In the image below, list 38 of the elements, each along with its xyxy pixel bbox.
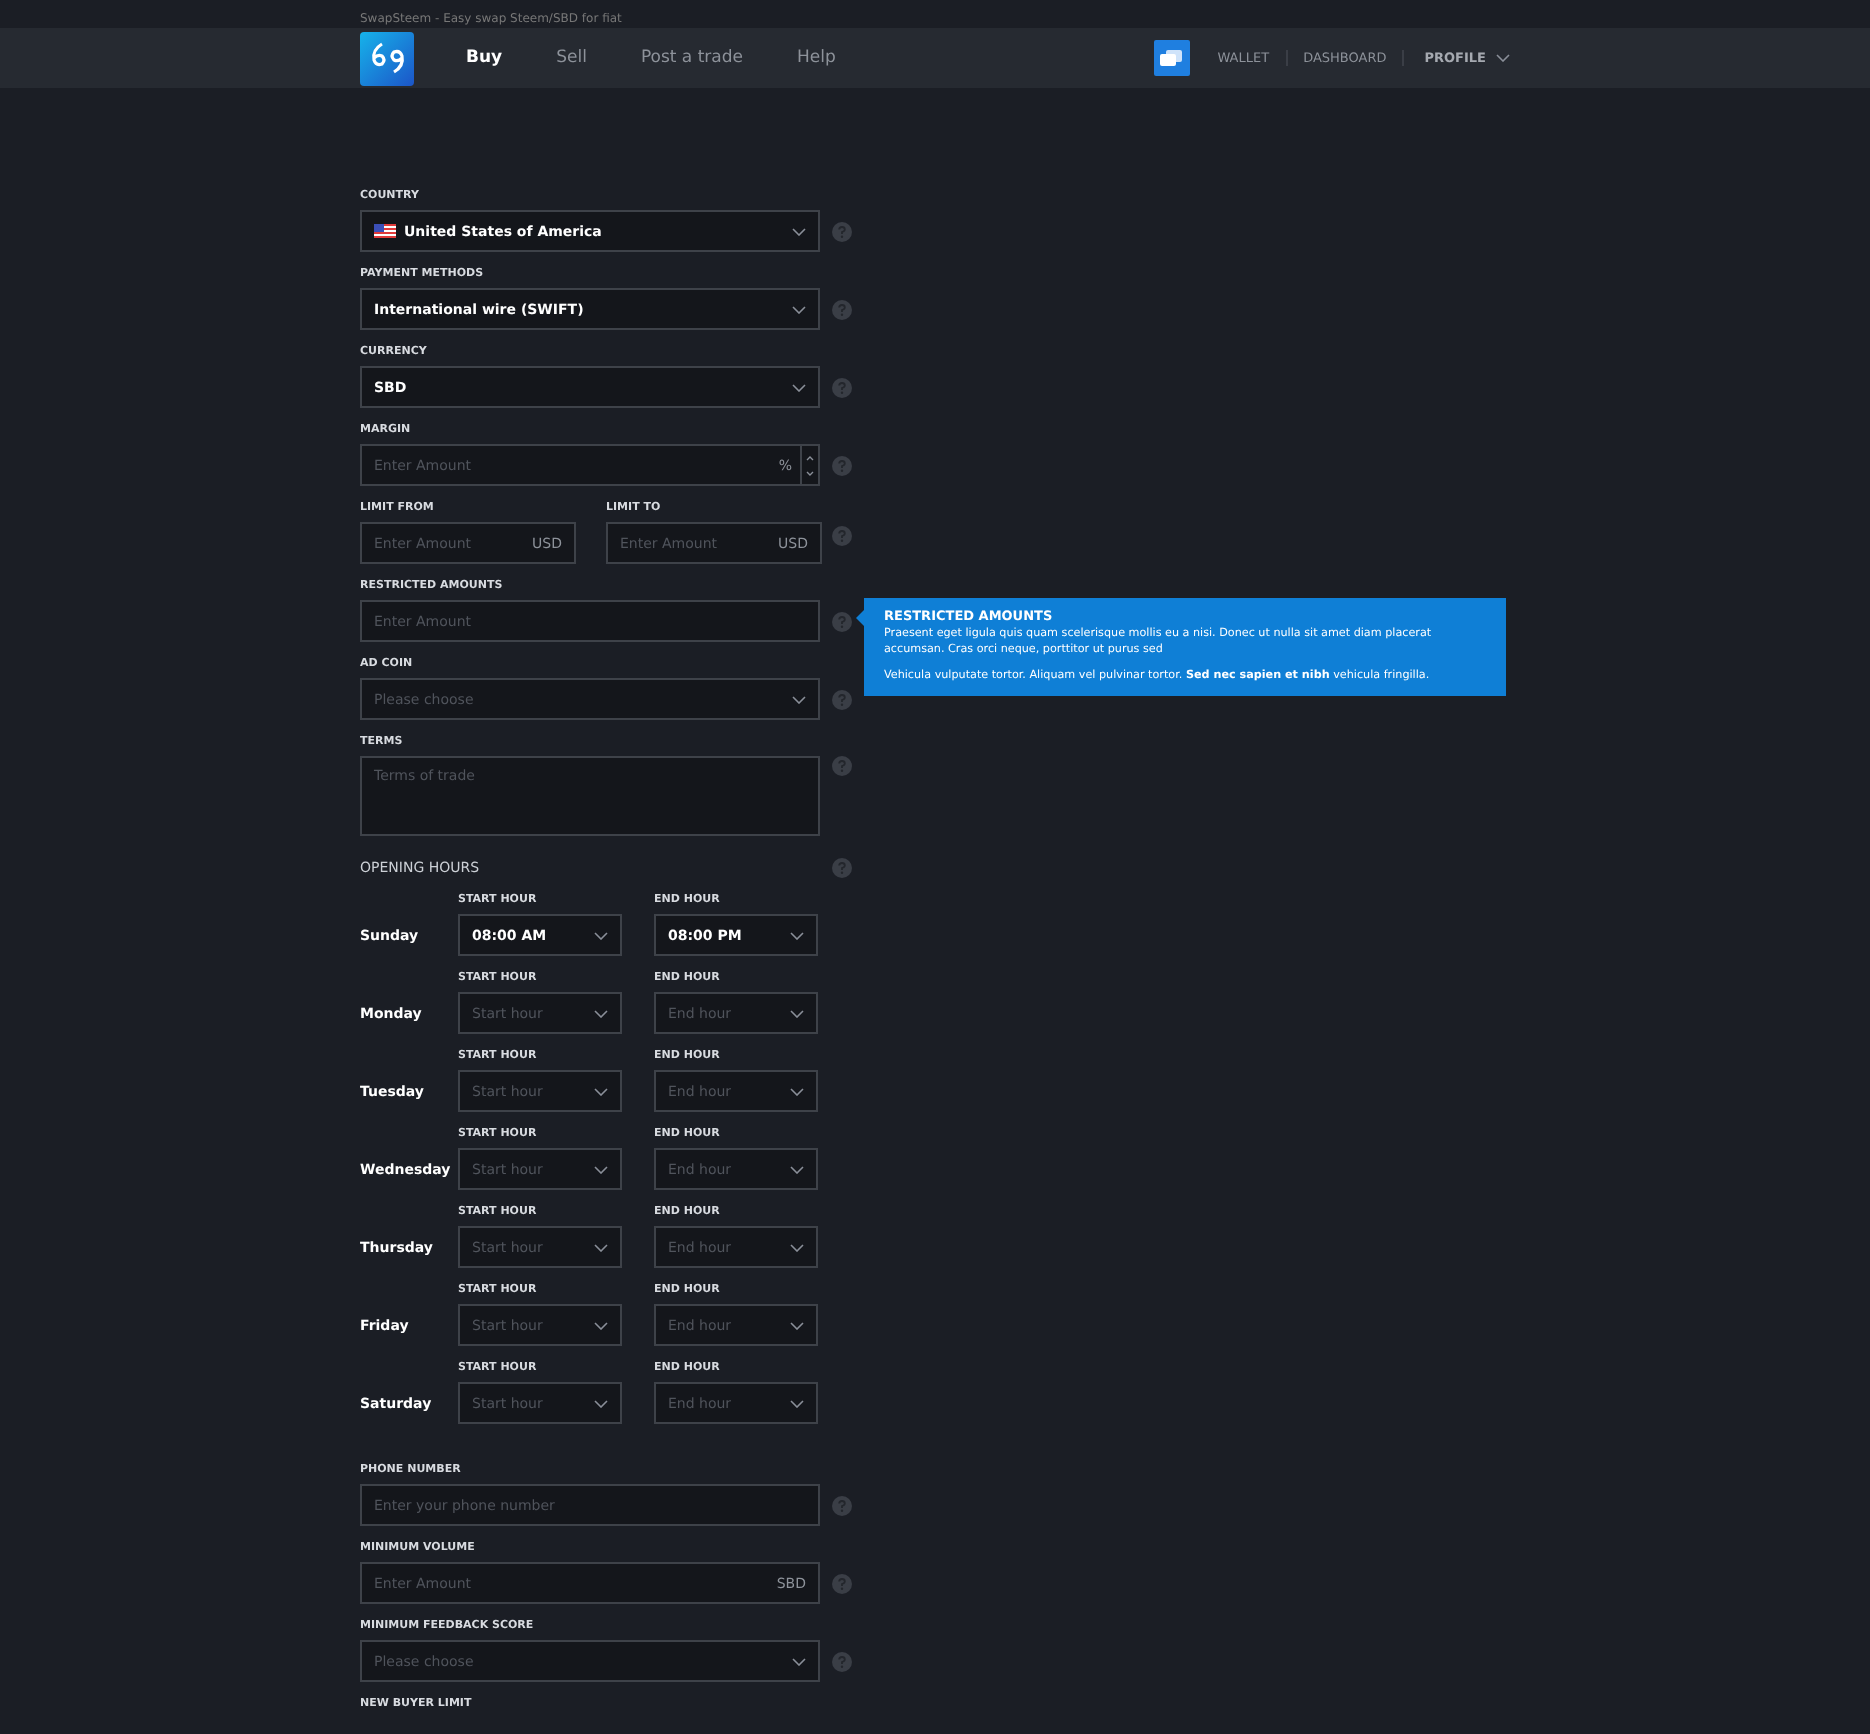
- chevron-down-icon: [792, 227, 806, 235]
- help-icon[interactable]: [832, 1573, 852, 1593]
- nav-tab[interactable]: Sell: [556, 48, 613, 68]
- chevron-down-icon: [790, 1087, 804, 1095]
- chevron-down-icon: [792, 383, 806, 391]
- chevron-down-icon: [1496, 54, 1510, 62]
- chevron-down-icon: [594, 1321, 608, 1329]
- chevron-down-icon: [790, 1321, 804, 1329]
- chat-icon[interactable]: [1153, 40, 1190, 76]
- help-icon[interactable]: [832, 756, 852, 776]
- help-icon[interactable]: [832, 377, 852, 397]
- chevron-down-icon: [594, 1009, 608, 1017]
- chevron-down-icon: [792, 695, 806, 703]
- chevron-down-icon: [790, 1243, 804, 1251]
- chevron-down-icon: [790, 1009, 804, 1017]
- help-icon[interactable]: [832, 1495, 852, 1515]
- chevron-down-icon: [594, 1243, 608, 1251]
- chevron-down-icon: [790, 931, 804, 939]
- help-icon[interactable]: [832, 1651, 852, 1671]
- help-icon[interactable]: [832, 858, 852, 878]
- nav-tab[interactable]: Buy: [466, 48, 529, 68]
- help-icon[interactable]: [832, 689, 852, 709]
- nav-tab[interactable]: Post a trade: [640, 48, 769, 68]
- help-icon[interactable]: [832, 221, 852, 241]
- nav-tab[interactable]: Help: [797, 48, 862, 68]
- help-icon[interactable]: [832, 611, 852, 631]
- chevron-down-icon: [792, 305, 806, 313]
- logo-icon[interactable]: [360, 31, 414, 85]
- chevron-down-icon: [594, 1087, 608, 1095]
- help-icon[interactable]: [832, 526, 852, 546]
- help-icon[interactable]: [832, 299, 852, 319]
- help-icon[interactable]: [832, 455, 852, 475]
- chevron-down-icon: [594, 931, 608, 939]
- chevron-down-icon: [790, 1165, 804, 1173]
- chevron-down-icon: [792, 1657, 806, 1665]
- chevron-down-icon: [594, 1399, 608, 1407]
- chevron-down-icon: [790, 1399, 804, 1407]
- chevron-down-icon: [594, 1165, 608, 1173]
